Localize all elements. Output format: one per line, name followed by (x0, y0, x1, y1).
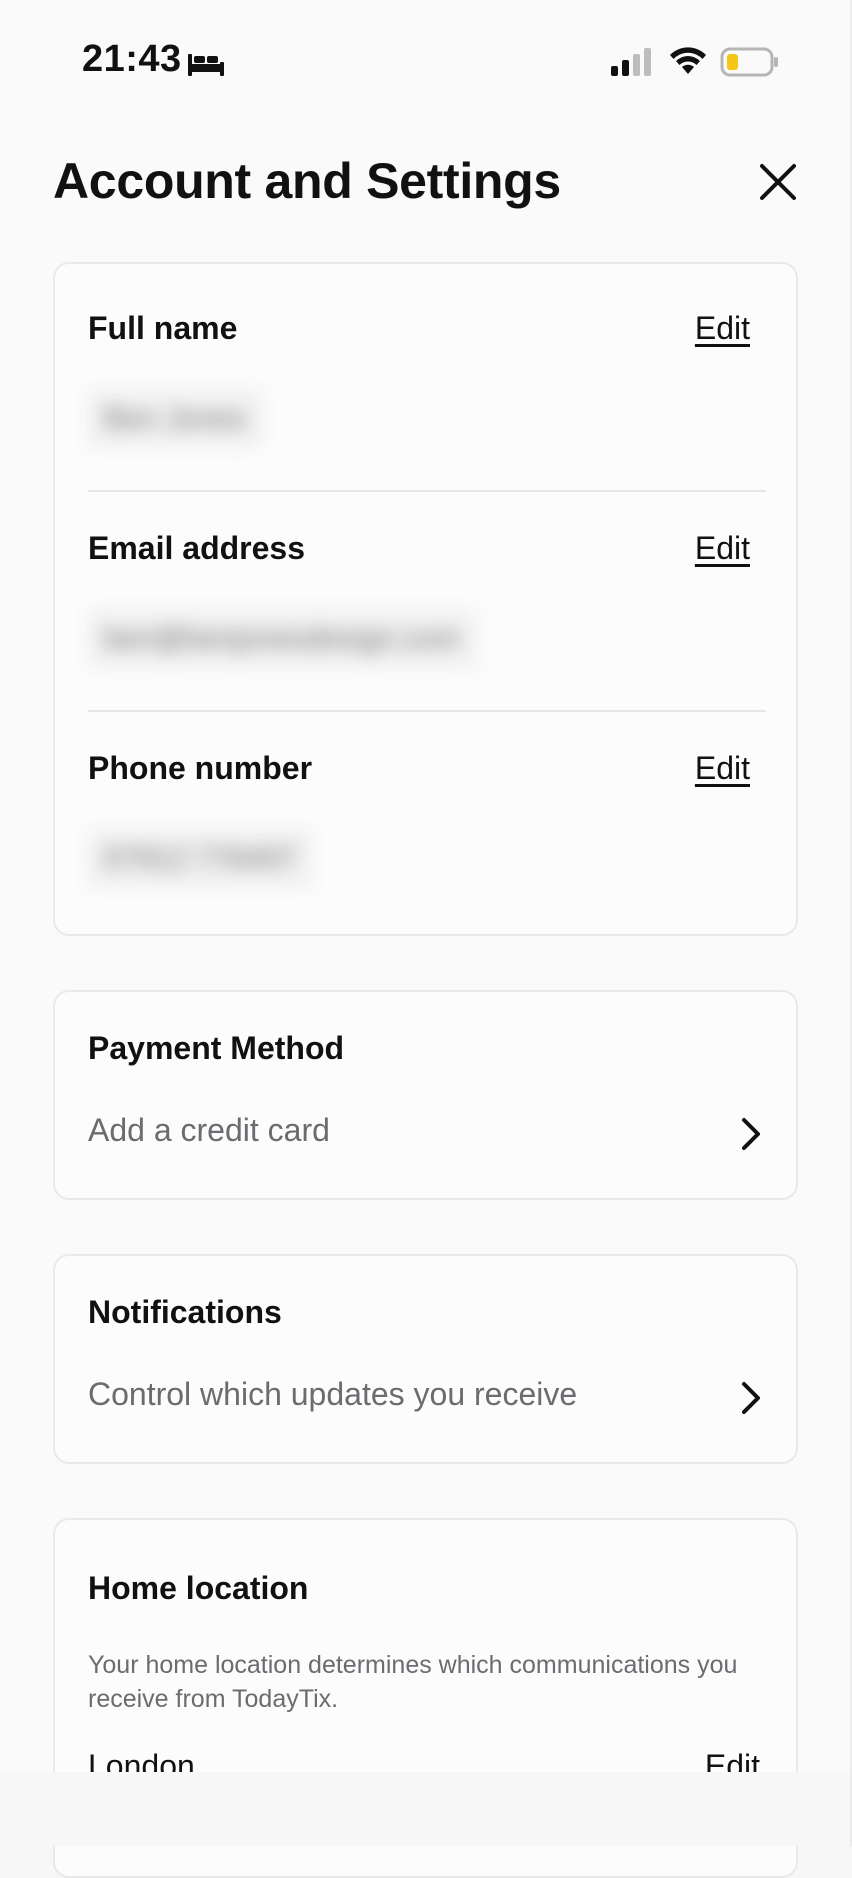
chevron-right-icon (742, 1382, 760, 1414)
close-button[interactable] (750, 154, 806, 210)
phone-label: Phone number (88, 750, 313, 786)
edit-full-name-link[interactable]: Edit (695, 310, 750, 347)
cellular-signal-icon (611, 48, 651, 76)
full-name-value: Ben Jones (88, 390, 262, 448)
status-time: 21:43 (82, 38, 182, 80)
notifications-subtitle: Control which updates you receive (88, 1376, 578, 1412)
phone-value: 07912 776407 (88, 830, 312, 888)
full-name-label: Full name (88, 310, 238, 346)
email-field: Email address Edit ben@benjonesdesign.co… (88, 484, 819, 704)
edit-phone-link[interactable]: Edit (695, 750, 750, 787)
payment-method-card[interactable]: Payment Method Add a credit card (53, 990, 798, 1200)
chevron-right-icon (742, 1118, 760, 1150)
page-title: Account and Settings (53, 153, 561, 209)
bottom-safe-area (0, 1772, 852, 1846)
account-settings-screen: 21:43 Account and Settings Full name Edi… (0, 0, 852, 1878)
full-name-field: Full name Edit Ben Jones (88, 264, 819, 484)
home-location-description: Your home location determines which comm… (88, 1651, 738, 1713)
battery-icon (720, 47, 778, 77)
status-bar: 21:43 (0, 0, 852, 110)
bed-icon (188, 54, 224, 76)
wifi-icon (670, 47, 706, 74)
home-location-title: Home location (88, 1570, 309, 1606)
payment-method-title: Payment Method (88, 1030, 345, 1066)
email-value: ben@benjonesdesign.com (88, 610, 476, 668)
edit-email-link[interactable]: Edit (695, 530, 750, 567)
phone-field: Phone number Edit 07912 776407 (88, 704, 819, 924)
notifications-card[interactable]: Notifications Control which updates you … (53, 1254, 798, 1464)
payment-method-subtitle: Add a credit card (88, 1112, 330, 1148)
close-icon (760, 164, 796, 200)
profile-card: Full name Edit Ben Jones Email address E… (53, 262, 798, 936)
email-label: Email address (88, 530, 305, 566)
notifications-title: Notifications (88, 1294, 282, 1330)
